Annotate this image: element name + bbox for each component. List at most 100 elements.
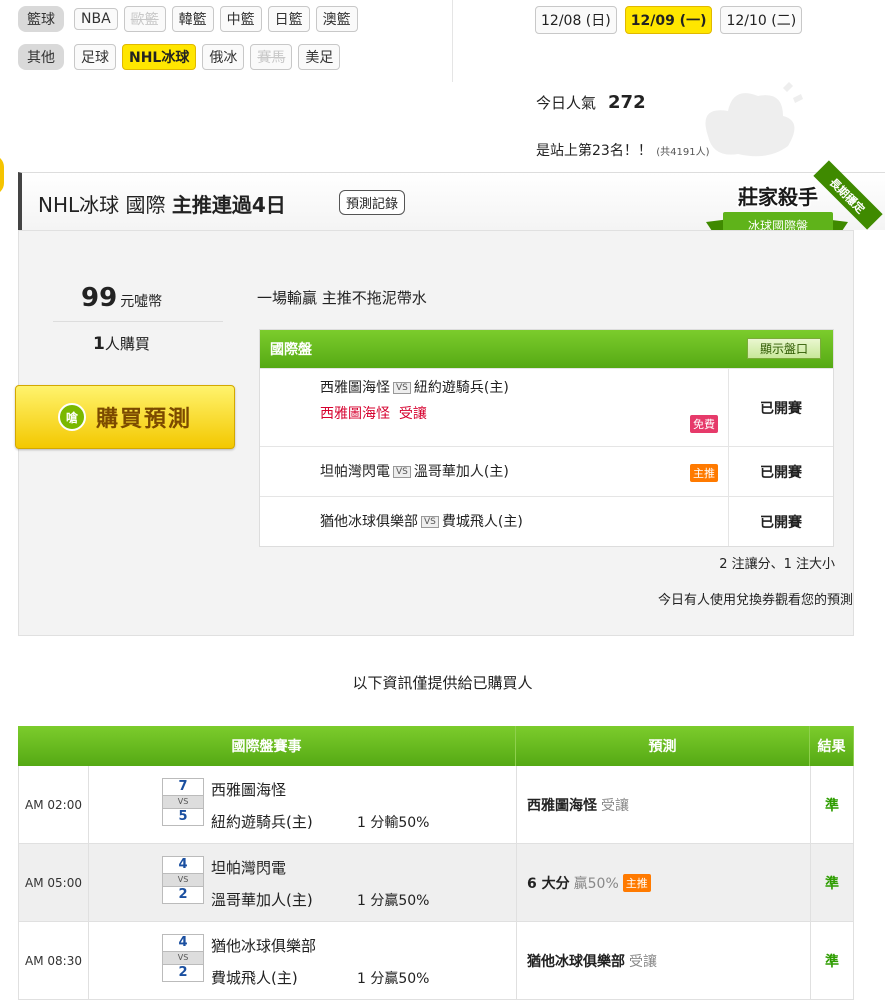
date-next[interactable]: 12/10 (二) xyxy=(720,6,803,34)
nav-item-nhl[interactable]: NHL冰球 xyxy=(122,44,197,70)
result-cell: 準 xyxy=(825,797,839,814)
games-header-label: 國際盤 xyxy=(270,342,312,358)
slogan: 一場輸贏 主推不拖泥帶水 xyxy=(257,289,427,307)
vs-icon: VS xyxy=(393,466,411,478)
game-time: AM 08:30 xyxy=(19,922,89,999)
nav-item-japan-basketball[interactable]: 日籃 xyxy=(267,6,310,32)
date-current[interactable]: 12/09 (一) xyxy=(624,6,713,34)
table-row: AM 05:00 4 VS 2 坦帕灣閃電 溫哥華加人(主) 1 分贏50% 6… xyxy=(18,844,854,922)
price-divider xyxy=(53,321,223,322)
score-home: 2 xyxy=(162,886,204,904)
game-matchup: 西雅圖海怪 VS 紐約遊騎兵(主) 西雅圖海怪 受讓 免費 xyxy=(260,369,729,446)
vs-icon: VS xyxy=(421,516,439,528)
nav-category-other: 其他 xyxy=(18,44,64,70)
popularity-label: 今日人氣 xyxy=(536,94,597,112)
vs-icon: VS xyxy=(162,796,204,808)
away-team: 坦帕灣閃電 xyxy=(320,464,390,480)
team-away: 猶他冰球俱樂部 xyxy=(211,937,317,955)
page-title: NHL冰球 國際 主推連過4日 xyxy=(38,189,286,218)
prediction-sub: 贏50% xyxy=(573,875,619,892)
bet-summary: 2 注讓分、1 注大小 xyxy=(719,557,835,572)
prediction-record-button[interactable]: 預測記錄 xyxy=(339,190,406,215)
line-result: 1 分贏50% xyxy=(357,971,430,987)
voucher-note: 今日有人使用兌換券觀看您的預測 xyxy=(657,593,853,608)
header-divider xyxy=(452,0,453,82)
score-home: 5 xyxy=(162,808,204,826)
nav-item-american-football[interactable]: 美足 xyxy=(298,44,341,70)
score-away: 4 xyxy=(162,856,204,874)
badge-main-label: 莊家殺手 xyxy=(738,185,818,209)
nav-item-nba[interactable]: NBA xyxy=(74,8,118,30)
home-team: 費城飛人(主) xyxy=(441,514,523,530)
score-box: 4 VS 2 xyxy=(162,934,204,982)
home-team: 溫哥華加人(主) xyxy=(413,464,509,480)
match-cell: 4 VS 2 猶他冰球俱樂部 費城飛人(主) 1 分贏50% xyxy=(89,922,517,999)
buyers-only-note: 以下資訊僅提供給已購買人 xyxy=(352,674,533,692)
prediction-sub: 受讓 xyxy=(601,797,629,814)
buy-prediction-button[interactable]: 嗆 購買預測 xyxy=(15,385,235,449)
prediction-sub: 受讓 xyxy=(629,953,657,970)
score-box: 4 VS 2 xyxy=(162,856,204,904)
buyer-count-value: 1 xyxy=(93,334,105,354)
game-time: AM 02:00 xyxy=(19,766,89,843)
results-header-prediction: 預測 xyxy=(516,726,810,766)
nav-item-china-basketball[interactable]: 中籃 xyxy=(219,6,262,32)
results-header-match: 國際盤賽事 xyxy=(18,726,516,766)
nav-row-basketball: 籃球 NBA 歐籃 韓籃 中籃 日籃 澳籃 xyxy=(18,6,358,32)
game-matchup: 坦帕灣閃電 VS 溫哥華加人(主) 主推 xyxy=(260,447,729,496)
coin-icon: 嗆 xyxy=(57,403,86,431)
main-pick-tag: 主推 xyxy=(622,873,651,892)
popularity-value: 272 xyxy=(608,92,646,113)
score-away: 7 xyxy=(162,778,204,796)
game-status: 已開賽 xyxy=(760,514,802,531)
nav-item-soccer[interactable]: 足球 xyxy=(74,44,116,70)
away-team: 西雅圖海怪 xyxy=(320,380,390,396)
results-header-result: 結果 xyxy=(810,726,854,766)
score-home: 2 xyxy=(162,964,204,982)
prediction-cell: 猶他冰球俱樂部 受讓 xyxy=(517,922,811,999)
nav-category-basketball: 籃球 xyxy=(18,6,64,32)
result-cell: 準 xyxy=(825,875,839,892)
nav-row-other: 其他 足球 NHL冰球 俄冰 賽馬 美足 xyxy=(18,44,341,70)
main-pick-tag: 主推 xyxy=(690,464,718,482)
table-row: AM 08:30 4 VS 2 猶他冰球俱樂部 費城飛人(主) 1 分贏50% … xyxy=(18,922,854,1000)
score-box: 7 VS 5 xyxy=(162,778,204,826)
match-cell: 4 VS 2 坦帕灣閃電 溫哥華加人(主) 1 分贏50% xyxy=(89,844,517,921)
line-result: 1 分贏50% xyxy=(357,893,430,909)
watermark-logo-icon xyxy=(705,82,803,157)
away-team: 猶他冰球俱樂部 xyxy=(320,514,418,530)
prediction-panel: 99 元噓幣 1人購買 嗆 購買預測 一場輸贏 主推不拖泥帶水 國際盤 顯示盤口 … xyxy=(15,230,854,636)
buyer-count: 1人購買 xyxy=(93,333,150,354)
side-tab xyxy=(0,155,4,195)
prediction-main: 猶他冰球俱樂部 xyxy=(527,953,625,970)
nav-item-korea-basketball[interactable]: 韓籃 xyxy=(171,6,214,32)
team-home: 紐約遊騎兵(主) xyxy=(211,813,313,831)
rank-text: 是站上第23名！！ xyxy=(536,143,652,159)
pick-type: 受讓 xyxy=(398,406,427,422)
match-cell: 7 VS 5 西雅圖海怪 紐約遊騎兵(主) 1 分輸50% xyxy=(89,766,517,843)
vs-icon: VS xyxy=(393,382,411,394)
game-row: 猶他冰球俱樂部 VS 費城飛人(主) 已開賽 xyxy=(260,496,833,546)
team-home: 費城飛人(主) xyxy=(211,969,298,987)
popularity: 今日人氣 272 xyxy=(536,92,646,113)
buy-prediction-label: 購買預測 xyxy=(95,407,192,432)
prediction-cell: 6 大分 贏50% 主推 xyxy=(517,844,811,921)
team-home: 溫哥華加人(主) xyxy=(211,891,313,909)
nav-item-russia-hockey[interactable]: 俄冰 xyxy=(202,44,245,70)
game-matchup: 猶他冰球俱樂部 VS 費城飛人(主) xyxy=(260,497,729,546)
team-away: 西雅圖海怪 xyxy=(211,781,287,799)
prediction-main: 西雅圖海怪 xyxy=(527,797,597,814)
show-odds-button[interactable]: 顯示盤口 xyxy=(746,338,821,359)
table-row: AM 02:00 7 VS 5 西雅圖海怪 紐約遊騎兵(主) 1 分輸50% 西… xyxy=(18,766,854,844)
prediction-cell: 西雅圖海怪 受讓 xyxy=(517,766,811,843)
results-table: 國際盤賽事 預測 結果 AM 02:00 7 VS 5 西雅圖海怪 紐約遊騎兵(… xyxy=(18,726,854,1000)
site-rank: 是站上第23名！！ (共4191人) xyxy=(536,140,710,160)
vs-icon: VS xyxy=(162,952,204,964)
line-result: 1 分輸50% xyxy=(357,815,430,831)
nav-item-australia-basketball[interactable]: 澳籃 xyxy=(315,6,358,32)
prediction-main: 6 大分 xyxy=(527,875,570,892)
games-header: 國際盤 顯示盤口 xyxy=(260,330,833,368)
buyer-count-label: 人購買 xyxy=(104,335,150,353)
result-cell: 準 xyxy=(825,953,839,970)
date-prev[interactable]: 12/08 (日) xyxy=(535,6,617,34)
